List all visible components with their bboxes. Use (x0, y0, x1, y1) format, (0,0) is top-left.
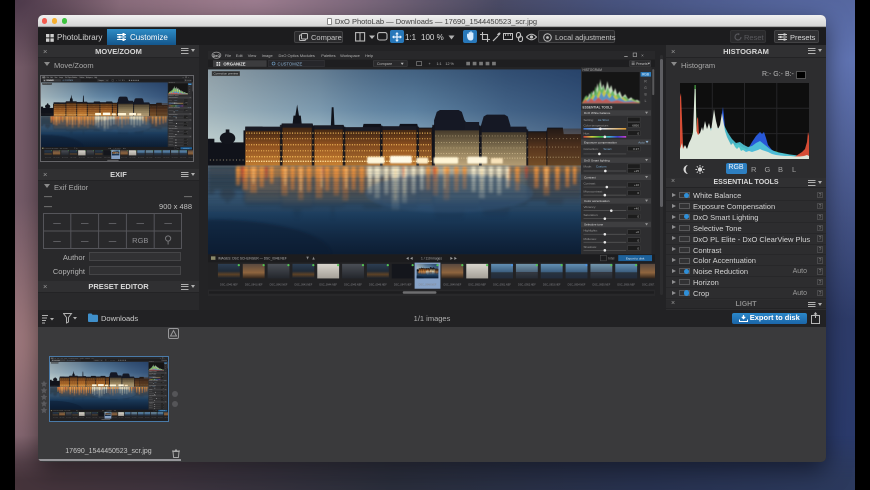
svg-text:—: — (136, 218, 144, 227)
svg-text:—: — (53, 236, 61, 245)
svg-text:RGB: RGB (132, 236, 148, 245)
svg-text:—: — (164, 218, 172, 227)
svg-text:—: — (108, 236, 116, 245)
svg-text:—: — (108, 218, 116, 227)
svg-text:—: — (80, 218, 88, 227)
svg-text:—: — (53, 218, 61, 227)
svg-text:—: — (80, 236, 88, 245)
